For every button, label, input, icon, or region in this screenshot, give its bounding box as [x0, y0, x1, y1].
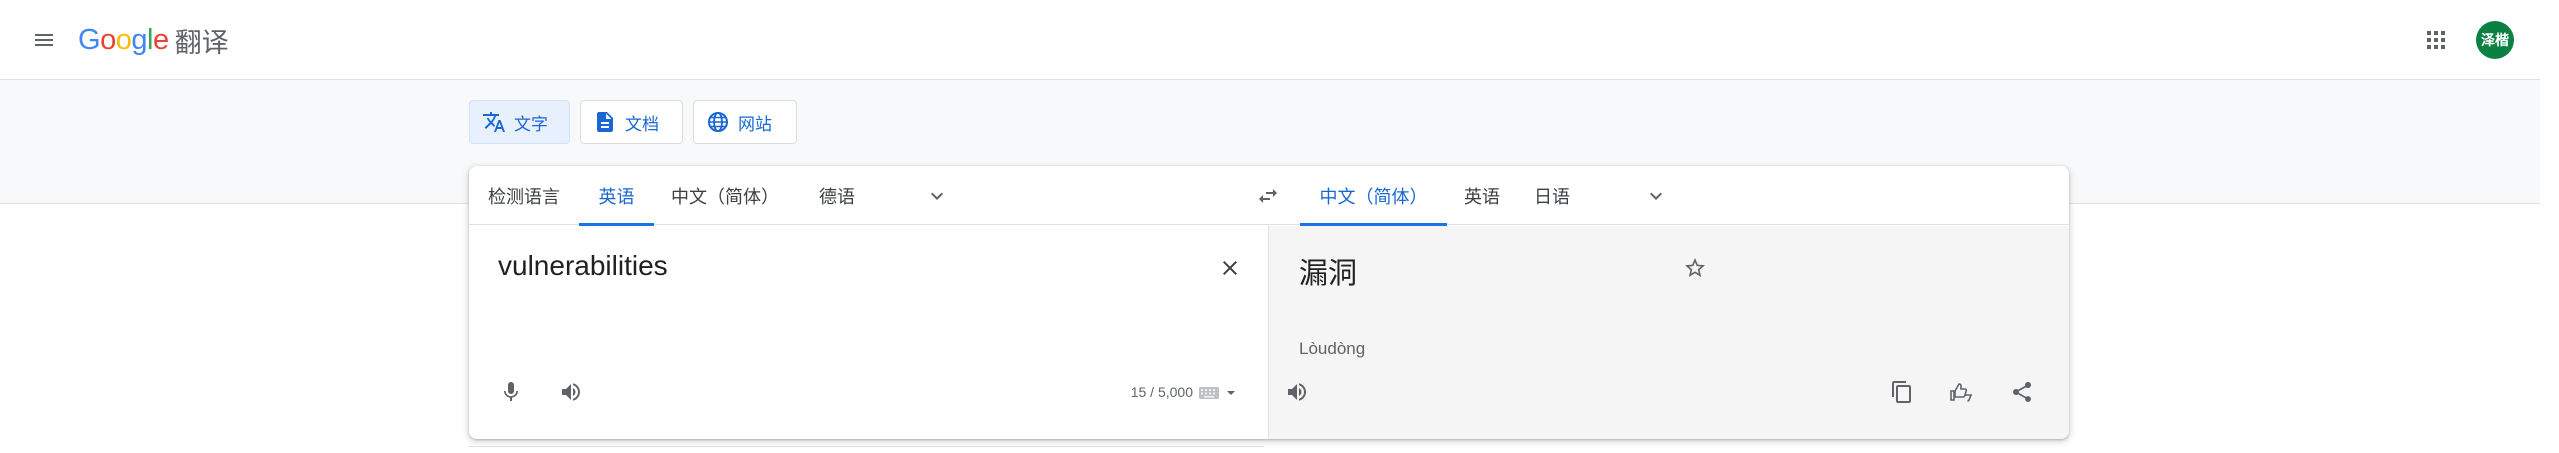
- logo-letter: e: [152, 23, 169, 56]
- keyboard-icon: [1199, 387, 1219, 399]
- speaker-icon: [562, 383, 580, 401]
- logo-letter: o: [115, 23, 132, 56]
- mode-tab-label: 文字: [514, 114, 548, 134]
- mode-tab-text[interactable]: 文字: [469, 100, 570, 144]
- language-bar: 检测语言 英语 中文（简体） 德语 中文（简体） 英语 日语: [469, 166, 2069, 226]
- main-menu-button[interactable]: [26, 22, 62, 58]
- chevron-down-icon: [1650, 192, 1662, 200]
- listen-translation-button[interactable]: [1277, 372, 1317, 412]
- logo-letter: o: [100, 23, 116, 56]
- globe-icon: [706, 110, 730, 134]
- source-lang-german[interactable]: 德语: [796, 166, 878, 225]
- speaker-icon: [1288, 383, 1306, 401]
- input-tools-button[interactable]: [1187, 376, 1247, 410]
- target-lang-english[interactable]: 英语: [1447, 166, 1517, 225]
- menu-icon: [35, 34, 53, 46]
- document-icon: [593, 110, 617, 134]
- feedback-thumbs-icon: [1950, 383, 1973, 402]
- source-pane: vulnerabilities 15 / 5,000: [469, 226, 1269, 439]
- target-lang-chinese-simplified[interactable]: 中文（简体）: [1300, 166, 1447, 226]
- share-translation-button[interactable]: [2002, 372, 2042, 412]
- source-lang-more-button[interactable]: [918, 177, 956, 215]
- product-name: 翻译: [174, 27, 229, 58]
- source-lang-chinese-simplified[interactable]: 中文（简体）: [654, 166, 796, 225]
- mode-tab-label: 文档: [625, 114, 659, 134]
- source-lang-english[interactable]: 英语: [579, 166, 654, 226]
- target-lang-japanese[interactable]: 日语: [1517, 166, 1587, 225]
- account-avatar[interactable]: 泽楷: [2476, 21, 2514, 59]
- translate-icon: [482, 110, 506, 134]
- top-bar: G o o g l e 翻译 泽楷: [0, 0, 2540, 80]
- apps-grid-icon: [2427, 31, 2445, 49]
- translation-output: 漏洞: [1299, 258, 1358, 290]
- swap-languages-button[interactable]: [1249, 177, 1287, 215]
- caret-down-icon: [1227, 391, 1235, 395]
- star-icon: [1685, 258, 1705, 277]
- mode-tab-websites[interactable]: 网站: [693, 100, 797, 144]
- microphone-icon: [504, 382, 518, 401]
- target-pane: 漏洞 Lòudòng: [1269, 226, 2069, 439]
- lower-divider: [469, 446, 1264, 453]
- chevron-down-icon: [931, 192, 943, 200]
- source-lang-detect[interactable]: 检测语言: [469, 166, 579, 225]
- translation-card: 检测语言 英语 中文（简体） 德语 中文（简体） 英语 日语 vulnerabi…: [469, 166, 2069, 439]
- save-translation-button[interactable]: [1675, 248, 1715, 288]
- share-icon: [2013, 382, 2031, 402]
- google-translate-logo[interactable]: G o o g l e 翻译: [78, 18, 229, 62]
- logo-letter: g: [131, 23, 147, 56]
- mode-tab-label: 网站: [738, 114, 772, 134]
- target-lang-more-button[interactable]: [1637, 177, 1675, 215]
- close-icon: [1223, 261, 1237, 275]
- rate-translation-button[interactable]: [1942, 372, 1982, 412]
- mode-tab-documents[interactable]: 文档: [580, 100, 683, 144]
- listen-source-button[interactable]: [551, 372, 591, 412]
- source-text-input[interactable]: vulnerabilities: [498, 250, 668, 282]
- voice-input-button[interactable]: [491, 372, 531, 412]
- swap-icon: [1259, 189, 1277, 203]
- clear-source-button[interactable]: [1212, 250, 1248, 286]
- google-apps-button[interactable]: [2416, 20, 2456, 60]
- copy-icon: [1892, 381, 1911, 403]
- romanization-text: Lòudòng: [1299, 339, 1366, 358]
- character-count: 15 / 5,000: [1130, 384, 1193, 400]
- logo-letter: G: [78, 23, 101, 56]
- copy-translation-button[interactable]: [1882, 372, 1922, 412]
